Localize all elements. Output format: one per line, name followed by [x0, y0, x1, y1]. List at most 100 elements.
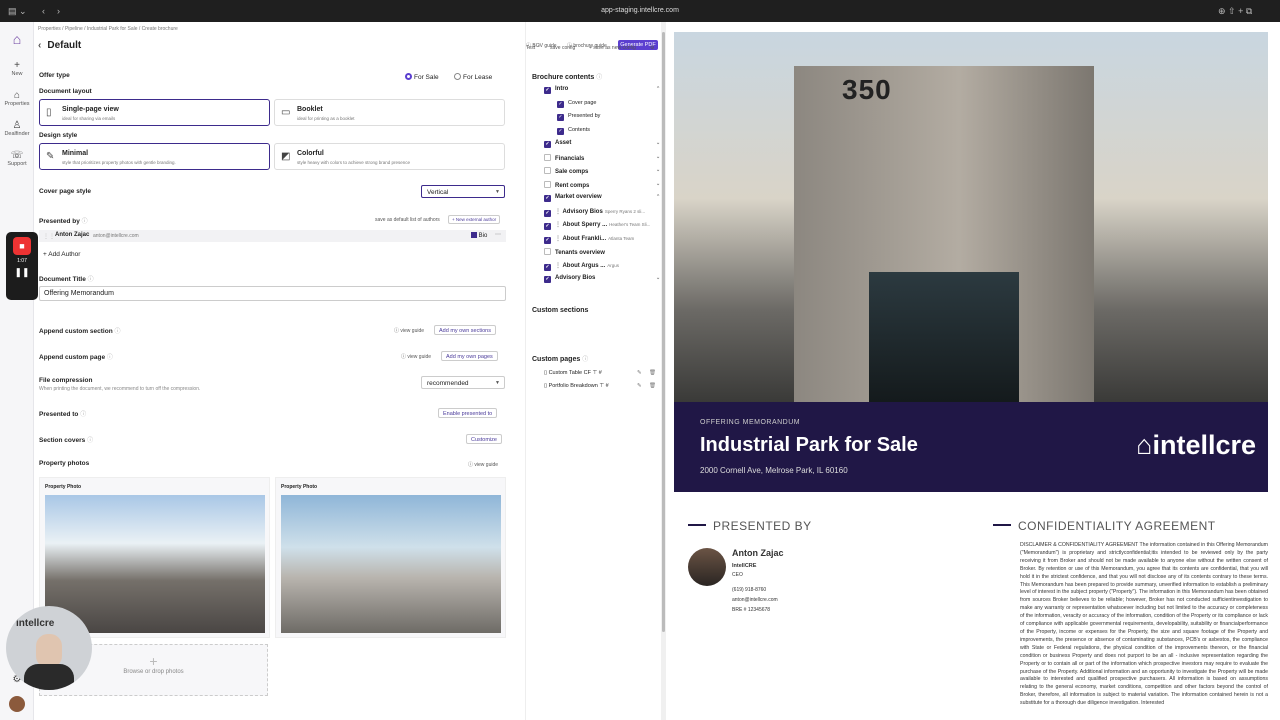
layout-single-page-card[interactable]: ▯ Single-page view ideal for sharing via… [39, 99, 270, 126]
author-row[interactable]: ⋮⋮ Anton Zajac anton@intellcre.com Bio ⋯ [39, 230, 506, 242]
radio-for-sale[interactable]: For Sale [405, 73, 439, 81]
contents-item[interactable]: ✓ Presented by [557, 113, 600, 121]
checkbox-icon[interactable]: ✓ [544, 276, 551, 283]
agent-company: IntellCRE [732, 563, 757, 569]
contents-item[interactable]: ✓ ⋮ About Argus ... Argus [544, 262, 619, 271]
browser-toolbar: ▤ ⌄ ‹ › app-staging.intellcre.com ⊕ ⇧ + … [0, 0, 1280, 22]
contents-item[interactable]: ✓ ⋮ About Frankli... Atlanta Team [544, 235, 634, 244]
presented-to-label: Presented to ⓘ [39, 411, 87, 418]
building-glass [869, 272, 1019, 402]
checkbox-icon[interactable]: ✓ [544, 223, 551, 230]
gear-icon[interactable]: ⚙ [650, 45, 654, 51]
custom-page-item[interactable]: ▯ Portfolio Breakdown ⊤ # ✎ 🗑 [544, 383, 656, 389]
edit-icon[interactable]: ✎ [637, 370, 642, 376]
checkbox-icon[interactable] [544, 180, 551, 188]
sidebar-item-dealfinder[interactable]: ♙ Dealfinder [0, 120, 34, 137]
photos-view-guide-link[interactable]: ⓘ view guide [468, 461, 498, 468]
property-photo-2[interactable]: Property Photo [275, 477, 506, 638]
checkbox-icon[interactable]: ✓ [557, 127, 564, 135]
cover-page-style-select[interactable]: Vertical ▼ [421, 185, 505, 198]
save-new-config-button[interactable]: + save as new config [589, 45, 636, 51]
new-external-author-button[interactable]: + New external author [448, 215, 501, 224]
style-colorful-card[interactable]: ◩ Colorful style heavy with colors to ac… [274, 143, 505, 170]
checkbox-icon[interactable]: ✓ [544, 263, 551, 271]
document-title-input[interactable]: Offering Memorandum [39, 286, 506, 301]
checkbox-icon[interactable]: ✓ [544, 236, 551, 244]
hero-photo: 350 [674, 32, 1268, 402]
address-bar[interactable]: app-staging.intellcre.com [0, 7, 1280, 14]
sidebar-item-new[interactable]: + New [0, 60, 34, 77]
breadcrumb[interactable]: Properties / Pipeline / Industrial Park … [38, 26, 178, 32]
chevron-icon[interactable]: ⌄ [656, 275, 660, 281]
contents-item[interactable]: Financials ⌄ [544, 153, 660, 162]
contents-item[interactable]: ✓ ⋮ About Sperry ... Heather's Team Sli... [544, 221, 650, 230]
info-icon: ⓘ [81, 219, 88, 225]
section-view-guide-link[interactable]: ⓘ view guide [394, 327, 424, 334]
preview-scrollbar[interactable] [661, 22, 666, 720]
contents-item[interactable]: ✓ Contents [557, 127, 590, 135]
agent-role: CEO [732, 572, 743, 578]
chevron-icon[interactable]: ⌄ [656, 154, 660, 160]
chevron-icon[interactable]: ⌄ [656, 140, 660, 146]
contents-item[interactable]: ✓ Cover page [557, 100, 596, 108]
trash-icon[interactable]: 🗑 [649, 370, 656, 376]
contents-item[interactable]: ✓ ⋮ Advisory Bios Sperry Ryans 2 sli... [544, 208, 645, 217]
customize-button[interactable]: Customize [466, 434, 502, 444]
chevron-icon[interactable]: ⌄ [656, 167, 660, 173]
layout-booklet-card[interactable]: ▭ Booklet ideal for printing as a bookle… [274, 99, 505, 126]
radio-for-lease[interactable]: For Lease [454, 73, 492, 81]
contents-item[interactable]: ✓ Advisory Bios ⌄ [544, 275, 660, 283]
page-view-guide-link[interactable]: ⓘ view guide [401, 353, 431, 360]
contents-item[interactable]: Sale comps ⌄ [544, 167, 660, 175]
checkbox-icon[interactable]: ✓ [544, 195, 551, 202]
intellcre-logo-icon[interactable]: ⌂ [9, 31, 25, 47]
contents-item[interactable]: ✓ Asset ⌄ [544, 140, 660, 148]
contents-item[interactable]: ✓ Intro ⌃ [544, 86, 660, 94]
save-default-authors-link[interactable]: save as default list of authors [375, 217, 440, 223]
contents-item[interactable]: Tenants overview [544, 248, 605, 256]
more-icon[interactable]: ⋯ [495, 231, 501, 238]
checkbox-icon[interactable]: ✓ [544, 141, 551, 148]
compression-select[interactable]: recommended ▼ [421, 376, 505, 389]
bio-checkbox[interactable]: Bio [471, 232, 487, 239]
add-author-button[interactable]: + Add Author [43, 251, 80, 258]
user-avatar[interactable] [9, 696, 25, 712]
contents-item[interactable]: ✓ Market overview ⌃ [544, 194, 660, 202]
chevron-icon[interactable]: ⌃ [656, 194, 660, 200]
chevron-icon[interactable]: ⌃ [656, 86, 660, 92]
checkbox-icon[interactable]: ✓ [557, 114, 564, 121]
config-select[interactable]: Test ⌃ [526, 45, 541, 51]
sidebar-item-support[interactable]: ☏ Support [0, 150, 34, 167]
checkbox-icon[interactable]: ✓ [557, 100, 564, 108]
checkbox-icon[interactable]: ✓ [544, 87, 551, 94]
scrollbar-thumb[interactable] [662, 32, 665, 632]
enable-presented-to-button[interactable]: Enable presented to [438, 408, 498, 418]
drag-handle-icon[interactable]: ⋮⋮ [43, 233, 55, 240]
minimal-style-icon: ✎ [46, 151, 55, 162]
save-config-button[interactable]: save config [550, 45, 575, 51]
checkbox-icon[interactable]: ✓ [544, 209, 551, 217]
contents-item[interactable]: Rent comps ⌄ [544, 180, 660, 189]
file-compression-hint: When printing the document, we recommend… [39, 386, 201, 392]
presenter-face [36, 634, 62, 668]
add-sections-button[interactable]: Add my own sections [434, 325, 496, 335]
checkbox-icon[interactable] [544, 248, 551, 255]
custom-page-item[interactable]: ▯ Custom Table CF ⊤ # ✎ 🗑 [544, 370, 656, 376]
style-minimal-card[interactable]: ✎ Minimal style that prioritizes propert… [39, 143, 270, 170]
add-pages-button[interactable]: Add my own pages [441, 351, 498, 361]
radio-selected-icon [405, 73, 412, 80]
stop-record-button[interactable]: ■ [13, 237, 31, 255]
booklet-icon: ▭ [281, 107, 291, 118]
trash-icon[interactable]: 🗑 [649, 383, 656, 389]
checkbox-icon[interactable] [544, 167, 551, 174]
back-arrow-icon[interactable]: ‹ [38, 40, 41, 51]
brand-logo: ⌂intellcre [1136, 430, 1256, 460]
edit-icon[interactable]: ✎ [637, 383, 642, 389]
sidebar-item-properties[interactable]: ⌂ Properties [0, 90, 34, 107]
browser-actions-icon[interactable]: ⊕ ⇧ + ⧉ [1218, 6, 1252, 17]
house-icon: ⌂ [13, 90, 21, 101]
checkbox-icon[interactable] [544, 153, 551, 161]
offer-type-label: Offer type [39, 72, 70, 79]
info-icon: ⓘ [87, 438, 94, 444]
chevron-icon[interactable]: ⌄ [656, 181, 660, 187]
